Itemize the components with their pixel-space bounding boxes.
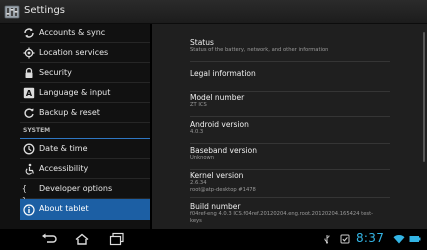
build-number-title: Build number: [190, 202, 241, 211]
sidebar-item-label: Developer options: [39, 184, 113, 193]
model-number-title: Model number: [190, 93, 245, 102]
settings-sidebar: Accounts & sync Location services Securi…: [0, 24, 150, 229]
baseband-version-row: Baseband version Unknown: [190, 146, 390, 170]
sidebar-item-developer-options[interactable]: { } Developer options: [20, 179, 150, 205]
backup-icon: [24, 108, 34, 118]
sidebar-item-location-services[interactable]: Location services: [20, 43, 150, 63]
sidebar-item-label: Language & input: [39, 88, 111, 97]
status-title: Status: [190, 38, 214, 47]
info-icon: [23, 203, 35, 216]
back-button-icon[interactable]: [40, 232, 58, 246]
language-icon: A: [23, 87, 35, 99]
sidebar-item-label: About tablet: [39, 204, 89, 213]
settings-app-icon[interactable]: [4, 4, 20, 20]
home-button-icon[interactable]: [73, 232, 91, 246]
battery-icon[interactable]: [409, 234, 421, 244]
sidebar-item-accessibility[interactable]: Accessibility: [20, 159, 150, 179]
wifi-icon[interactable]: [393, 234, 405, 244]
location-icon: [23, 47, 35, 59]
scrollbar[interactable]: [423, 32, 425, 162]
sidebar-item-label: Accessibility: [39, 164, 89, 173]
sidebar-item-label: Accounts & sync: [39, 28, 106, 37]
sidebar-item-label: Location services: [39, 48, 109, 57]
sidebar-item-language-input[interactable]: A Language & input: [20, 83, 150, 103]
android-version-title: Android version: [190, 120, 249, 129]
sidebar-item-label: Security: [39, 68, 72, 77]
kernel-version-row: Kernel version 2.6.34 root@atp-desktop #…: [190, 171, 390, 198]
app-title: Settings: [24, 5, 66, 16]
braces-icon: { }: [22, 184, 27, 205]
about-tablet-panel[interactable]: Status Status of the battery, network, a…: [152, 24, 427, 229]
kernel-version-title: Kernel version: [190, 171, 244, 180]
system-bar: 8:37: [0, 229, 427, 250]
sidebar-item-security[interactable]: Security: [20, 63, 150, 83]
build-number-row[interactable]: Build number f04ref-eng 4.0.3 ICS.f04ref…: [190, 202, 390, 229]
svg-text:A: A: [26, 89, 33, 98]
clock-icon: [23, 143, 35, 155]
legal-information-row[interactable]: Legal information: [190, 69, 390, 92]
sidebar-item-date-time[interactable]: Date & time: [20, 139, 150, 159]
accessibility-icon: [25, 163, 34, 175]
sidebar-item-accounts-sync[interactable]: Accounts & sync: [20, 23, 150, 43]
model-number-value: ZT ICS: [190, 102, 207, 108]
recent-apps-button-icon[interactable]: [108, 232, 126, 246]
section-header-system: SYSTEM: [20, 125, 150, 139]
usb-notification-icon[interactable]: [322, 234, 332, 244]
sidebar-item-label: Date & time: [39, 144, 88, 153]
debug-notification-icon[interactable]: [340, 234, 350, 244]
kernel-version-line2: root@atp-desktop #1478: [190, 187, 256, 193]
kernel-version-line1: 2.6.34: [190, 180, 207, 186]
baseband-version-value: Unknown: [190, 155, 215, 161]
sync-icon: [24, 28, 34, 38]
sidebar-item-backup-reset[interactable]: Backup & reset: [20, 103, 150, 123]
action-bar: Settings: [0, 0, 427, 24]
baseband-version-title: Baseband version: [190, 146, 257, 155]
build-number-line2: keys: [190, 218, 202, 224]
status-clock[interactable]: 8:37: [356, 231, 384, 245]
sidebar-item-label: Backup & reset: [39, 108, 100, 117]
android-version-row[interactable]: Android version 4.0.3: [190, 120, 390, 144]
legal-information-title: Legal information: [190, 69, 256, 78]
sidebar-item-about-tablet[interactable]: About tablet: [20, 199, 150, 220]
android-version-value: 4.0.3: [190, 129, 204, 135]
lock-icon: [25, 67, 33, 78]
status-summary: Status of the battery, network, and othe…: [190, 47, 329, 53]
model-number-row: Model number ZT ICS: [190, 93, 390, 117]
build-number-line1: f04ref-eng 4.0.3 ICS.f04ref.20120204.eng…: [190, 211, 374, 217]
status-row[interactable]: Status Status of the battery, network, a…: [190, 38, 390, 62]
